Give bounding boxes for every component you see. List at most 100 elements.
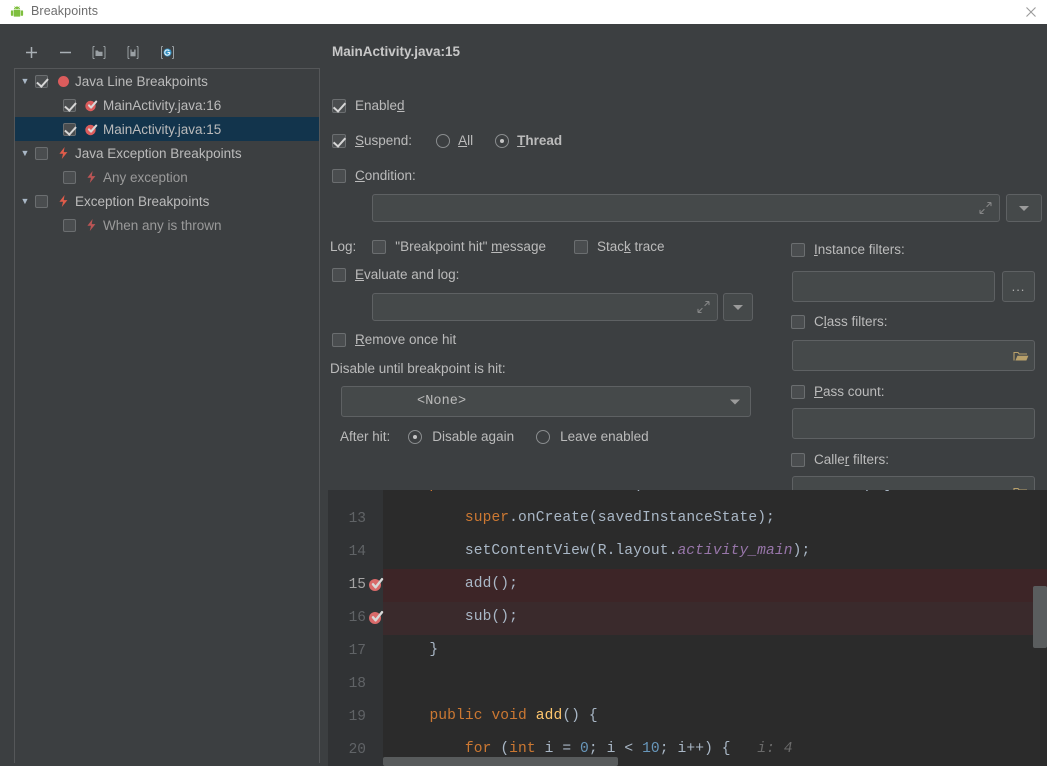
line-number: 15 <box>348 577 366 593</box>
line-number: 19 <box>348 709 366 725</box>
import-breakpoints-button[interactable] <box>116 39 150 65</box>
code-token: 10 <box>642 741 660 757</box>
log-message-label: "Breakpoint hit" message <box>395 239 546 254</box>
after-hit-label: After hit: <box>340 429 391 444</box>
gutter-breakpoint-icon[interactable] <box>368 576 385 593</box>
add-breakpoint-button[interactable] <box>14 39 48 65</box>
expand-editor-icon[interactable] <box>979 201 992 215</box>
tree-item-checkbox[interactable] <box>63 170 76 184</box>
suspend-all-label: All <box>458 133 474 148</box>
code-line[interactable]: 15 add(); <box>328 569 1047 602</box>
code-preview-editor[interactable]: protected void onCreate(Bundle savedInst… <box>328 490 1047 766</box>
tree-item-label: Java Exception Breakpoints <box>75 145 242 161</box>
tree-item-exception-breakpoints[interactable]: ▼ Exception Breakpoints <box>15 189 319 213</box>
editor-code-area[interactable]: protected void onCreate(Bundle savedInst… <box>328 490 1047 766</box>
remove-once-hit-checkbox[interactable] <box>332 332 346 347</box>
tree-item-checkbox[interactable] <box>35 146 48 160</box>
code-line[interactable]: 16 sub(); <box>328 602 1047 635</box>
tree-item-mainactivity-java-16[interactable]: MainActivity.java:16 <box>15 93 319 117</box>
exception-bolt-dim-icon <box>82 218 100 232</box>
remove-once-hit-label: Remove once hit <box>355 332 457 347</box>
after-hit-disable-again-radio[interactable] <box>408 429 423 444</box>
class-filters-checkbox[interactable] <box>791 314 805 329</box>
code-text: add(); <box>394 576 518 592</box>
code-line[interactable]: 17 } <box>328 635 1047 668</box>
tree-item-label: MainActivity.java:15 <box>103 121 222 137</box>
instance-filters-input[interactable] <box>792 271 995 302</box>
code-token: i: 4 <box>730 741 793 757</box>
tree-item-java-exception-breakpoints[interactable]: ▼ Java Exception Breakpoints <box>15 141 319 165</box>
after-hit-leave-enabled-label: Leave enabled <box>560 429 649 444</box>
mute-breakpoints-button[interactable] <box>150 39 184 65</box>
code-line[interactable]: 14 setContentView(R.layout.activity_main… <box>328 536 1047 569</box>
folder-icon[interactable] <box>1013 349 1029 362</box>
remove-breakpoint-button[interactable] <box>48 39 82 65</box>
tree-item-java-line-breakpoints[interactable]: ▼ Java Line Breakpoints <box>15 69 319 93</box>
tree-item-checkbox[interactable] <box>63 218 76 232</box>
disable-until-select[interactable]: <None> <box>341 386 751 417</box>
log-message-checkbox[interactable] <box>372 239 387 254</box>
editor-vertical-scrollbar[interactable] <box>1033 586 1047 648</box>
tree-item-label: Any exception <box>103 169 188 185</box>
close-icon[interactable] <box>1023 4 1039 20</box>
tree-item-label: MainActivity.java:16 <box>103 97 222 113</box>
export-breakpoints-button[interactable] <box>82 39 116 65</box>
pass-count-input[interactable] <box>792 408 1035 439</box>
tree-item-when-any-is-thrown[interactable]: When any is thrown <box>15 213 319 237</box>
gutter-breakpoint-icon[interactable] <box>368 609 385 626</box>
evaluate-and-log-input[interactable] <box>372 293 718 321</box>
instance-filters-checkbox[interactable] <box>791 242 805 257</box>
stack-trace-checkbox[interactable] <box>573 239 588 254</box>
line-number: 18 <box>348 676 366 692</box>
instance-filters-browse-button[interactable]: ... <box>1002 271 1035 302</box>
tree-expander-icon[interactable]: ▼ <box>15 196 35 206</box>
editor-horizontal-scrollbar[interactable] <box>383 757 618 766</box>
code-text: public void add() { <box>394 708 598 724</box>
condition-checkbox[interactable] <box>332 168 346 183</box>
expand-editor-icon[interactable] <box>697 300 710 314</box>
window-title: Breakpoints <box>31 4 99 18</box>
tree-item-checkbox[interactable] <box>35 74 48 88</box>
code-line[interactable]: 13 super.onCreate(savedInstanceState); <box>328 503 1047 536</box>
code-line[interactable]: 18 <box>328 668 1047 701</box>
tree-expander-icon[interactable]: ▼ <box>15 76 35 86</box>
evaluate-and-log-history-dropdown[interactable] <box>723 293 753 321</box>
suspend-all-radio[interactable] <box>436 133 451 148</box>
line-number: 13 <box>348 511 366 527</box>
suspend-thread-radio[interactable] <box>495 133 510 148</box>
condition-input[interactable] <box>372 194 1000 222</box>
disable-until-value: <None> <box>417 394 467 409</box>
tree-expander-icon[interactable]: ▼ <box>15 148 35 158</box>
line-number: 16 <box>348 610 366 626</box>
tree-item-checkbox[interactable] <box>35 194 48 208</box>
line-number: 20 <box>348 742 366 758</box>
code-token: add <box>535 708 563 724</box>
evaluate-and-log-checkbox[interactable] <box>332 267 346 282</box>
breakpoint-checked-icon <box>82 122 100 137</box>
code-line[interactable]: 19 public void add() { <box>328 701 1047 734</box>
code-token: sub(); <box>394 609 519 625</box>
tree-item-any-exception[interactable]: Any exception <box>15 165 319 189</box>
pass-count-checkbox[interactable] <box>791 384 805 399</box>
condition-history-dropdown[interactable] <box>1006 194 1042 222</box>
code-token: int <box>509 741 545 757</box>
caller-filters-checkbox[interactable] <box>791 452 805 467</box>
red-dot-icon <box>54 75 72 87</box>
tree-item-checkbox[interactable] <box>63 98 76 112</box>
code-text: super.onCreate(savedInstanceState); <box>394 510 775 526</box>
title-bar: Breakpoints <box>0 0 1047 24</box>
after-hit-leave-enabled-radio[interactable] <box>536 429 551 444</box>
suspend-thread-label: Thread <box>517 133 563 148</box>
breakpoints-tree[interactable]: ▼ Java Line Breakpoints MainActivity.java:… <box>14 68 320 763</box>
suspend-checkbox[interactable] <box>332 133 346 148</box>
class-filters-input[interactable] <box>792 340 1035 371</box>
exception-bolt-icon <box>54 146 72 160</box>
tree-item-mainactivity-java-15[interactable]: MainActivity.java:15 <box>15 117 319 141</box>
enabled-checkbox[interactable] <box>332 98 346 113</box>
tree-item-checkbox[interactable] <box>63 122 76 136</box>
class-filters-label: Class filters: <box>814 314 888 329</box>
caller-filters-label: Caller filters: <box>814 452 890 467</box>
code-text: setContentView(R.layout.activity_main); <box>394 543 810 559</box>
suspend-label: Suspend: <box>355 133 413 148</box>
